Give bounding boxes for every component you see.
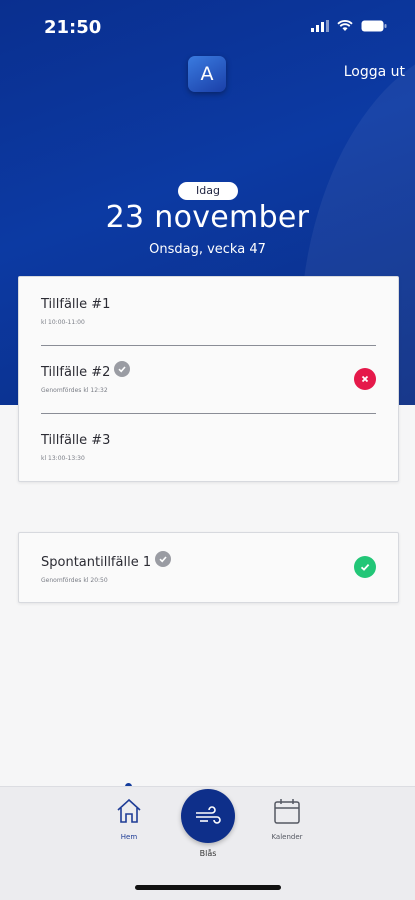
session-subtitle: kl 13:00-13:30 [41, 455, 85, 462]
status-bar: 21:50 [0, 0, 415, 56]
today-pill: Idag [178, 182, 238, 200]
session-title: Spontantillfälle 1 [41, 550, 172, 570]
passed-status-icon [354, 556, 376, 578]
check-icon [360, 563, 370, 571]
sessions-card: Tillfälle #1 kl 10:00-11:00 Tillfälle #2… [18, 276, 399, 482]
session-title: Tillfälle #3 [41, 433, 110, 448]
date-subtitle: Onsdag, vecka 47 [149, 242, 266, 257]
wind-icon [196, 806, 221, 824]
session-title-text: Tillfälle #1 [41, 297, 111, 312]
app-logo: A [188, 56, 226, 92]
session-subtitle: Genomfördes kl 20:50 [41, 577, 108, 584]
tab-home-label: Hem [120, 833, 138, 841]
session-title-text: Tillfälle #3 [41, 433, 111, 448]
session-title-text: Tillfälle #2 [41, 365, 111, 380]
signal-icon [311, 20, 329, 32]
logout-link[interactable]: Logga ut [344, 64, 405, 80]
blow-button[interactable] [181, 789, 235, 843]
session-subtitle: kl 10:00-11:00 [41, 319, 85, 326]
tab-home[interactable]: Hem [108, 797, 150, 841]
wifi-icon [337, 20, 353, 31]
status-icons [311, 20, 387, 32]
tab-calendar-label: Kalender [271, 833, 303, 841]
spontaneous-card: Spontantillfälle 1 Genomfördes kl 20:50 [18, 532, 399, 603]
blow-label: Blås [199, 849, 217, 858]
home-icon [117, 798, 141, 823]
close-icon [361, 375, 369, 383]
date-title: 23 november [105, 200, 310, 235]
battery-icon [361, 20, 387, 32]
session-row-1[interactable]: Tillfälle #1 kl 10:00-11:00 [19, 277, 398, 345]
verified-check-icon [155, 550, 172, 567]
failed-status-icon [354, 368, 376, 390]
spontaneous-row[interactable]: Spontantillfälle 1 Genomfördes kl 20:50 [19, 533, 398, 601]
verified-check-icon [114, 360, 131, 377]
home-indicator [135, 885, 281, 890]
session-row-3[interactable]: Tillfälle #3 kl 13:00-13:30 [19, 413, 398, 481]
session-title: Tillfälle #2 [41, 360, 131, 380]
session-title: Tillfälle #1 [41, 297, 110, 312]
tab-calendar[interactable]: Kalender [264, 797, 310, 841]
spontaneous-title-text: Spontantillfälle 1 [41, 555, 152, 570]
session-row-2[interactable]: Tillfälle #2 Genomfördes kl 12:32 [19, 345, 398, 413]
status-time: 21:50 [44, 17, 102, 38]
session-subtitle: Genomfördes kl 12:32 [41, 387, 108, 394]
calendar-icon [274, 799, 300, 824]
